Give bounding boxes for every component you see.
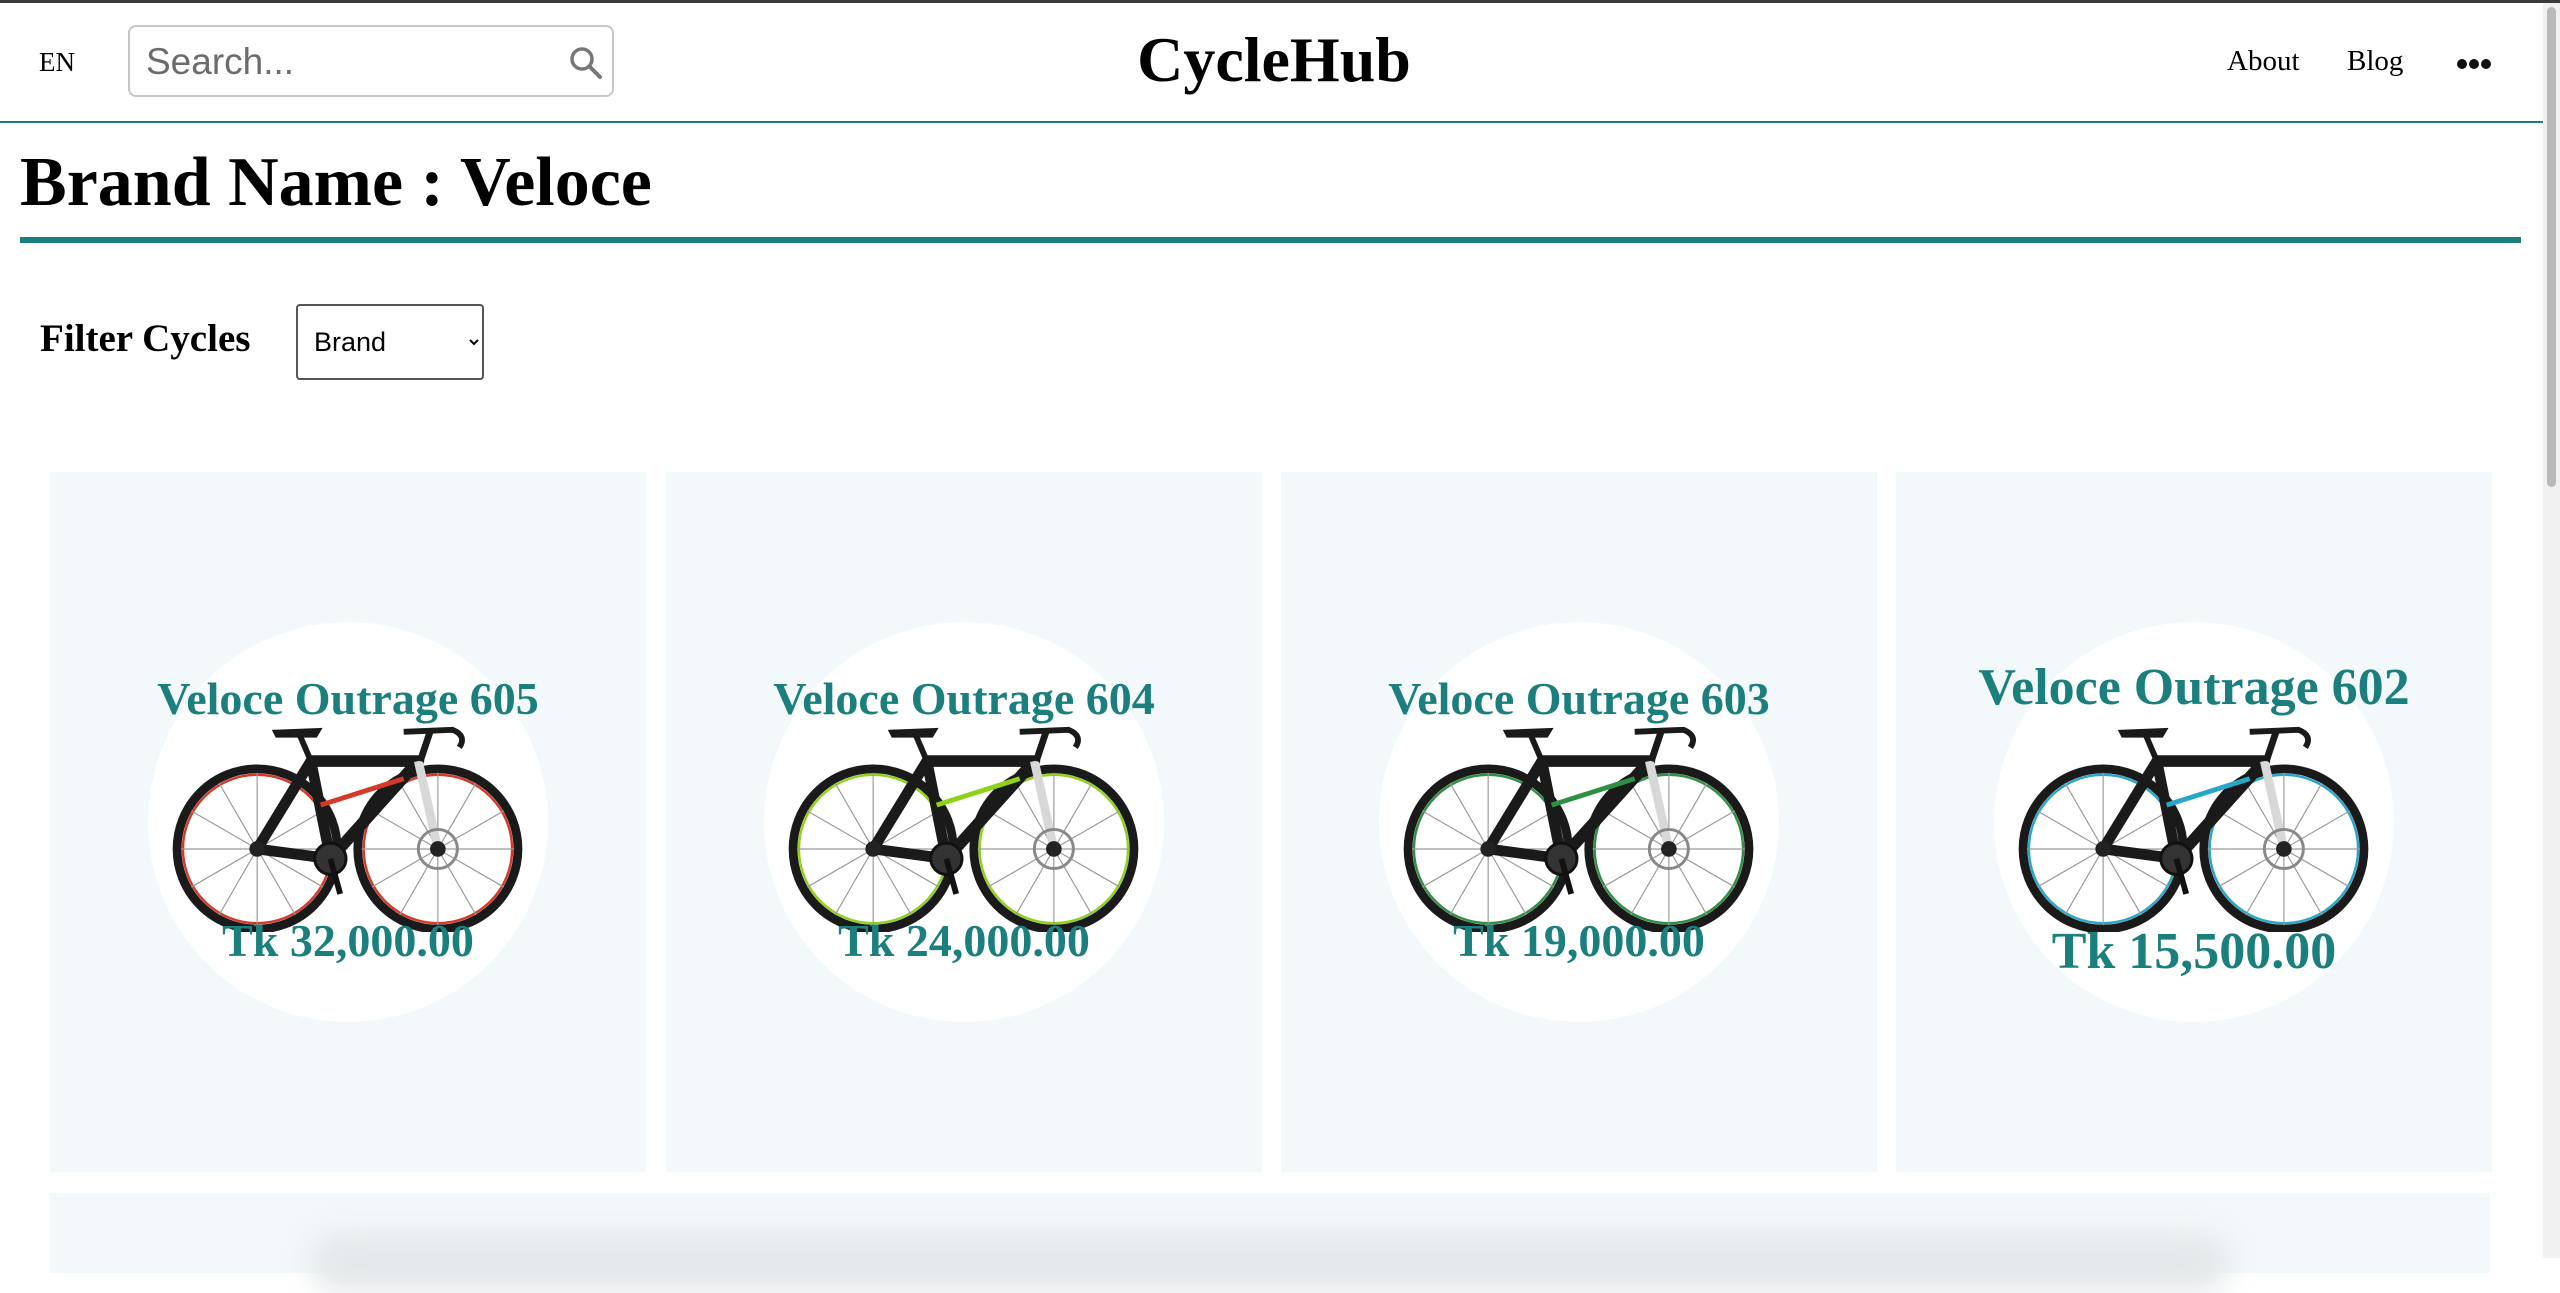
product-price: Tk 19,000.00 [1453, 915, 1705, 966]
page-title: Brand Name : Veloce [20, 144, 652, 221]
title-divider [20, 237, 2521, 243]
bicycle-image[interactable] [1401, 722, 1757, 932]
bicycle-image[interactable] [2016, 722, 2372, 932]
product-name[interactable]: Veloce Outrage 602 [1896, 658, 2492, 717]
product-card-next-row [50, 1193, 2490, 1293]
nav-blog-link[interactable]: Blog [2347, 45, 2403, 78]
product-name[interactable]: Veloce Outrage 603 [1281, 672, 1877, 725]
product-price: Tk 15,500.00 [2051, 923, 2337, 980]
bicycle-image[interactable] [786, 722, 1142, 932]
site-logo[interactable]: CycleHub [0, 23, 2548, 97]
product-name[interactable]: Veloce Outrage 604 [666, 672, 1262, 725]
page-scrollbar[interactable] [2543, 3, 2560, 1258]
product-price: Tk 24,000.00 [838, 915, 1090, 966]
card-shadow [310, 1233, 2230, 1293]
product-card[interactable]: Veloce Outrage 602 Tk 15,500.00 [1896, 472, 2492, 1172]
product-card[interactable]: Veloce Outrage 604 Tk 24,000.00 [666, 472, 1262, 1172]
product-name[interactable]: Veloce Outrage 605 [50, 672, 646, 725]
filter-label: Filter Cycles [40, 317, 251, 360]
nav-about-link[interactable]: About [2227, 45, 2300, 78]
filter-select[interactable]: Brand [296, 304, 484, 380]
product-price: Tk 32,000.00 [222, 915, 474, 966]
site-header: EN CycleHub About Blog [0, 3, 2543, 123]
product-card[interactable]: Veloce Outrage 603 Tk 19,000.00 [1281, 472, 1877, 1172]
product-card[interactable]: Veloce Outrage 605 Tk 32,000.00 [50, 472, 646, 1172]
bicycle-image[interactable] [170, 722, 526, 932]
scrollbar-thumb[interactable] [2547, 7, 2556, 487]
more-horizontal-icon[interactable] [2456, 58, 2492, 70]
